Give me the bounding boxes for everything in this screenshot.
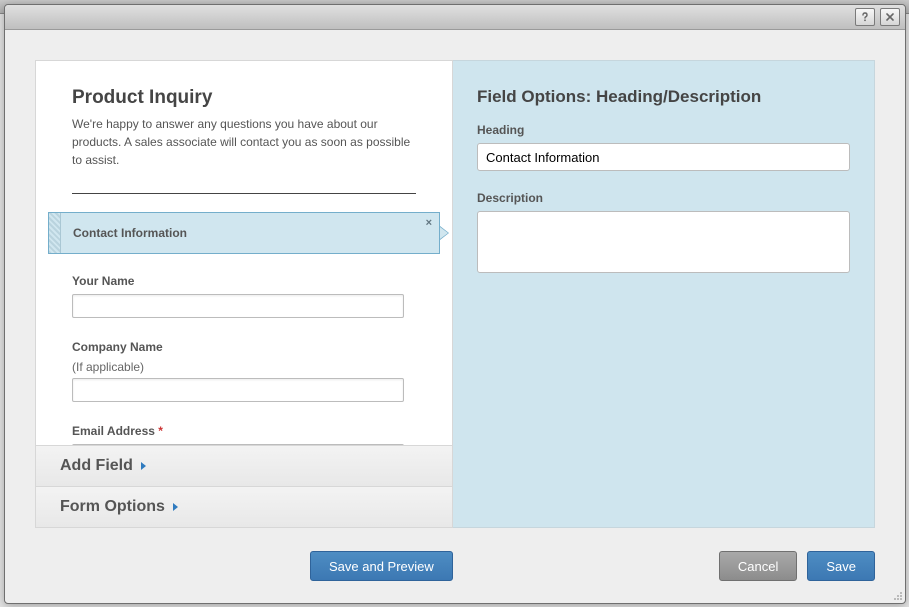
field-label: Your Name bbox=[72, 274, 416, 288]
left-accordion: Add Field Form Options bbox=[35, 445, 453, 528]
selected-heading-label: Contact Information bbox=[73, 226, 187, 240]
field-options-panel: Field Options: Heading/Description Headi… bbox=[453, 60, 875, 528]
email-address-input[interactable] bbox=[72, 444, 404, 445]
drag-handle-icon[interactable] bbox=[49, 213, 61, 253]
selected-field-block[interactable]: Contact Information × bbox=[48, 212, 440, 254]
form-preview-scroll[interactable]: Product Inquiry We're happy to answer an… bbox=[36, 61, 452, 445]
description-textarea[interactable] bbox=[477, 211, 850, 273]
add-field-label: Add Field bbox=[60, 457, 133, 475]
save-label: Save bbox=[826, 559, 856, 574]
dialog-titlebar bbox=[5, 5, 905, 30]
caret-right-icon bbox=[173, 503, 178, 511]
heading-field-group: Heading bbox=[477, 123, 850, 171]
form-title: Product Inquiry bbox=[72, 87, 416, 109]
your-name-input[interactable] bbox=[72, 294, 404, 318]
field-label: Company Name bbox=[72, 340, 416, 354]
form-preview-column: Product Inquiry We're happy to answer an… bbox=[35, 60, 453, 528]
caret-right-icon bbox=[141, 462, 146, 470]
help-icon bbox=[860, 12, 870, 22]
save-and-preview-button[interactable]: Save and Preview bbox=[310, 551, 453, 581]
remove-field-button[interactable]: × bbox=[426, 217, 432, 229]
pointer-arrow-icon bbox=[440, 226, 449, 240]
form-options-bar[interactable]: Form Options bbox=[36, 487, 452, 527]
form-field[interactable]: Company Name (If applicable) bbox=[72, 340, 416, 402]
form-editor-dialog: Product Inquiry We're happy to answer an… bbox=[4, 4, 906, 604]
form-field[interactable]: Email Address * bbox=[72, 424, 416, 445]
cancel-label: Cancel bbox=[738, 559, 778, 574]
dialog-footer: Save and Preview Cancel Save bbox=[35, 551, 875, 581]
form-divider bbox=[72, 193, 416, 194]
close-icon bbox=[885, 12, 895, 22]
form-field[interactable]: Your Name bbox=[72, 274, 416, 318]
dialog-close-button[interactable] bbox=[880, 8, 900, 26]
form-preview-panel: Product Inquiry We're happy to answer an… bbox=[35, 60, 453, 445]
form-options-label: Form Options bbox=[60, 498, 165, 516]
heading-label: Heading bbox=[477, 123, 850, 137]
options-title: Field Options: Heading/Description bbox=[477, 87, 850, 107]
description-field-group: Description bbox=[477, 191, 850, 276]
description-label: Description bbox=[477, 191, 850, 205]
dialog-help-button[interactable] bbox=[855, 8, 875, 26]
save-and-preview-label: Save and Preview bbox=[329, 559, 434, 574]
field-label: Email Address * bbox=[72, 424, 416, 438]
heading-input[interactable] bbox=[477, 143, 850, 171]
resize-grip-icon[interactable] bbox=[889, 587, 903, 601]
company-name-input[interactable] bbox=[72, 378, 404, 402]
form-intro: We're happy to answer any questions you … bbox=[72, 115, 416, 169]
field-hint: (If applicable) bbox=[72, 360, 416, 374]
required-indicator: * bbox=[158, 424, 163, 438]
save-button[interactable]: Save bbox=[807, 551, 875, 581]
cancel-button[interactable]: Cancel bbox=[719, 551, 797, 581]
add-field-bar[interactable]: Add Field bbox=[36, 446, 452, 487]
